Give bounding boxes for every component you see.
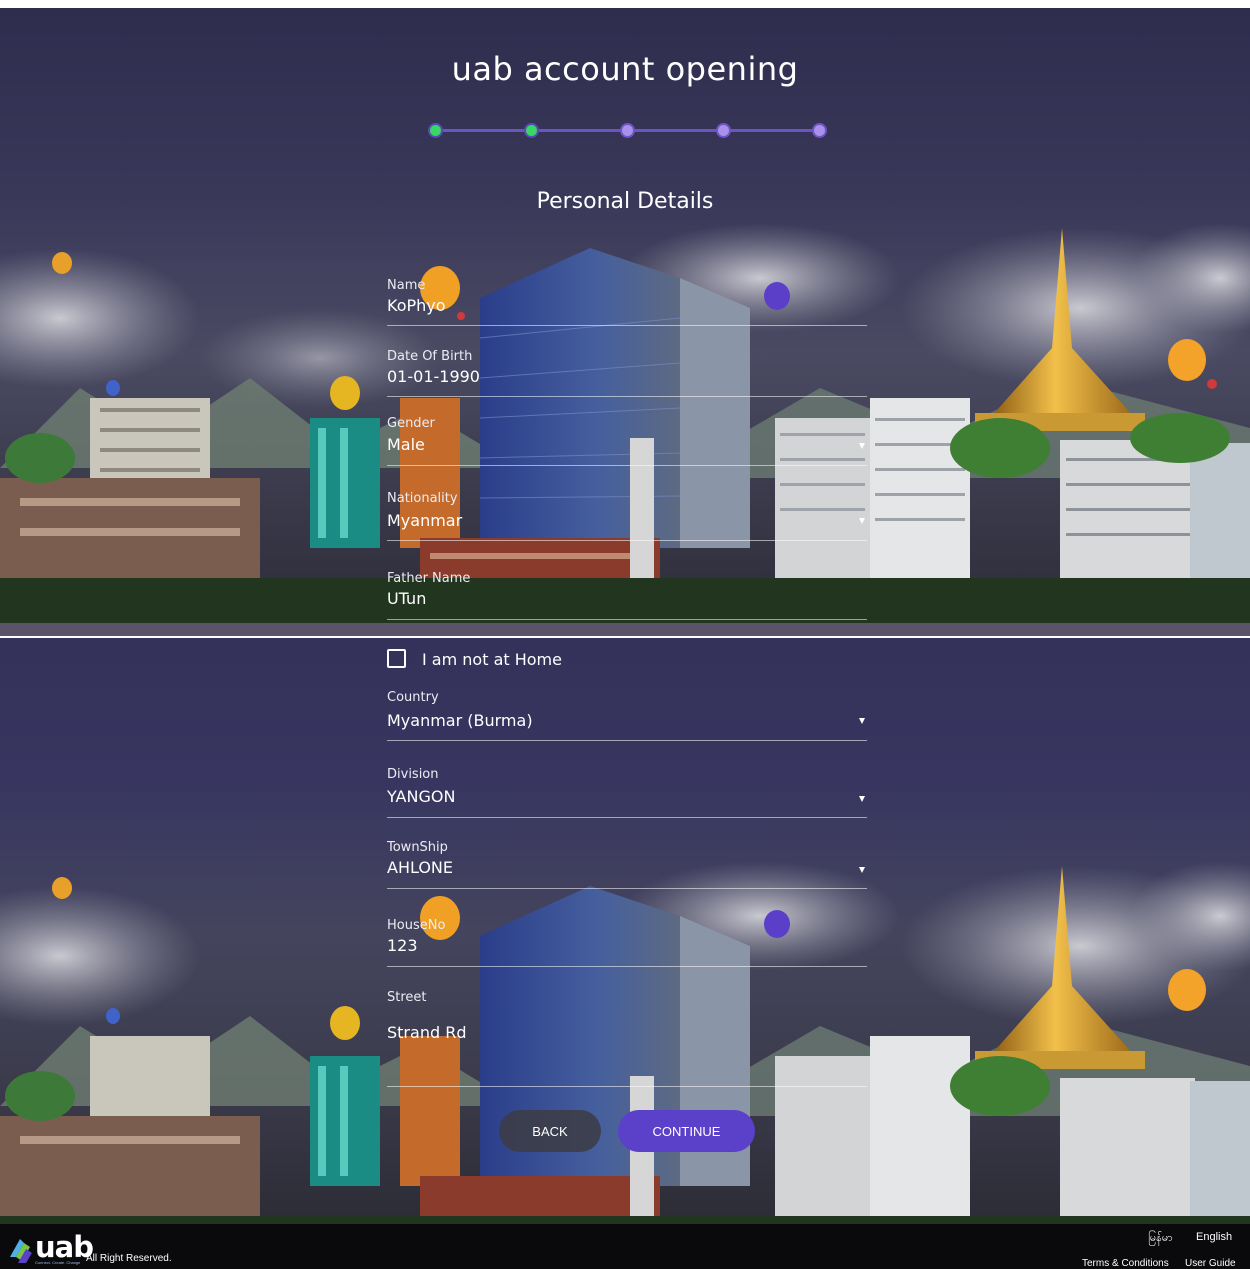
not-at-home-checkbox[interactable] [387, 649, 406, 668]
uab-logo-mark-icon [10, 1239, 32, 1263]
name-label: Name [387, 278, 426, 293]
father-name-label: Father Name [387, 571, 471, 586]
language-myanmar-link[interactable]: မြန်မာ [1148, 1231, 1173, 1247]
house-no-value[interactable]: 123 [387, 936, 418, 955]
street-value[interactable]: Strand Rd [387, 1023, 466, 1042]
not-at-home-label[interactable]: I am not at Home [422, 650, 562, 669]
step-5-dot [812, 123, 827, 138]
township-select[interactable]: TownShip AHLONE [387, 839, 867, 889]
app-title: uab account opening [451, 50, 799, 88]
chevron-down-icon[interactable] [859, 867, 865, 873]
house-no-field[interactable]: HouseNo 123 [387, 917, 867, 967]
nationality-select[interactable]: Nationality Myanmar [387, 489, 867, 541]
footer-bar: uab Connect. Create. Change All Right Re… [0, 1224, 1250, 1269]
step-1-dot [428, 123, 443, 138]
street-field[interactable]: Street Strand Rd [387, 989, 867, 1087]
gender-select[interactable]: Gender Male [387, 414, 867, 466]
date-of-birth-field[interactable]: Date Of Birth 01-01-1990 [387, 347, 867, 397]
chevron-down-icon[interactable] [859, 718, 865, 724]
division-label: Division [387, 767, 439, 782]
gender-value[interactable]: Male [387, 435, 425, 454]
section-title: Personal Details [536, 189, 714, 214]
step-2-dot [524, 123, 539, 138]
date-of-birth-value[interactable]: 01-01-1990 [387, 367, 480, 386]
step-3-dot [620, 123, 635, 138]
chevron-down-icon[interactable] [859, 443, 865, 449]
township-label: TownShip [387, 840, 448, 855]
country-select[interactable]: Country Myanmar (Burma) [387, 689, 867, 741]
township-value[interactable]: AHLONE [387, 858, 453, 877]
back-button[interactable]: BACK [499, 1110, 601, 1152]
country-label: Country [387, 690, 439, 705]
house-no-label: HouseNo [387, 918, 446, 933]
copyright-text: All Right Reserved. [86, 1253, 172, 1264]
progress-stepper [428, 119, 827, 141]
language-english-link[interactable]: English [1196, 1231, 1232, 1243]
logo-wordmark: uab [35, 1230, 94, 1264]
continue-button[interactable]: CONTINUE [618, 1110, 755, 1152]
user-guide-link[interactable]: User Guide [1185, 1258, 1236, 1269]
father-name-value[interactable]: UTun [387, 589, 426, 608]
date-of-birth-label: Date Of Birth [387, 349, 473, 364]
logo-tagline: Connect. Create. Change [35, 1260, 81, 1265]
father-name-field[interactable]: Father Name UTun [387, 570, 867, 620]
name-value[interactable]: KoPhyo [387, 296, 446, 315]
terms-link[interactable]: Terms & Conditions [1082, 1258, 1169, 1269]
division-value[interactable]: YANGON [387, 787, 455, 806]
country-value[interactable]: Myanmar (Burma) [387, 711, 533, 730]
chevron-down-icon[interactable] [859, 796, 865, 802]
street-label: Street [387, 990, 427, 1005]
gender-label: Gender [387, 416, 435, 431]
step-4-dot [716, 123, 731, 138]
division-select[interactable]: Division YANGON [387, 766, 867, 818]
chevron-down-icon[interactable] [859, 518, 865, 524]
nationality-value[interactable]: Myanmar [387, 511, 462, 530]
name-field[interactable]: Name KoPhyo [387, 276, 867, 326]
nationality-label: Nationality [387, 491, 458, 506]
